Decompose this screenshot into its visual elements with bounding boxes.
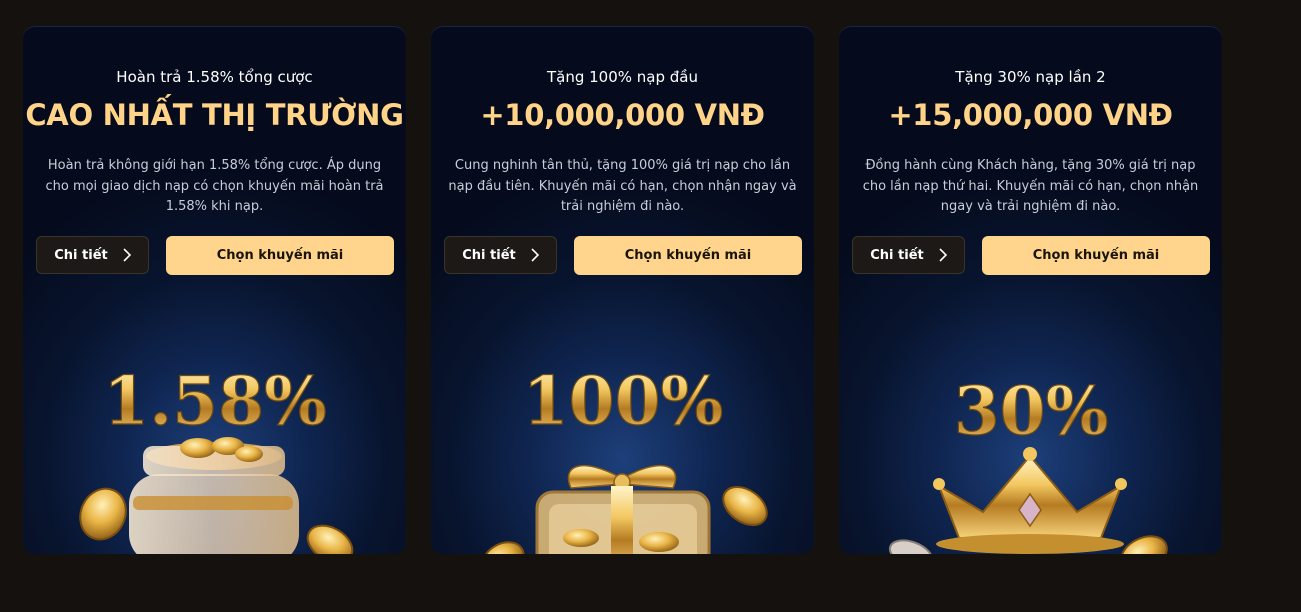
promo-card-first-deposit: Tặng 100% nạp đầu +10,000,000 VNĐ Cung n… xyxy=(431,26,814,554)
chevron-right-icon xyxy=(939,248,947,262)
card-description: Đồng hành cùng Khách hàng, tặng 30% giá … xyxy=(862,158,1199,214)
detail-button-label: Chi tiết xyxy=(462,247,516,263)
card-subtitle: Hoàn trả 1.58% tổng cược xyxy=(116,68,313,86)
crown-illustration: 30% xyxy=(888,371,1168,554)
art-percent-text: 100% xyxy=(523,362,723,440)
chevron-right-icon xyxy=(123,248,131,262)
select-promo-button[interactable]: Chọn khuyến mãi xyxy=(574,236,802,275)
gift-box-illustration: 100% xyxy=(481,361,768,554)
promo-card-cashback: Hoàn trả 1.58% tổng cược CAO NHẤT THỊ TR… xyxy=(23,26,406,554)
card-description: Hoàn trả không giới hạn 1.58% tổng cược.… xyxy=(45,158,384,214)
chevron-right-icon xyxy=(531,248,539,262)
card-headline: CAO NHẤT THỊ TRƯỜNG xyxy=(25,98,404,132)
card-headline: +10,000,000 VNĐ xyxy=(480,98,765,132)
detail-button-label: Chi tiết xyxy=(870,247,924,263)
detail-button[interactable]: Chi tiết xyxy=(36,236,149,274)
card-subtitle: Tặng 30% nạp lần 2 xyxy=(955,68,1106,86)
card-description: Cung nghinh tân thủ, tặng 100% giá trị n… xyxy=(448,158,797,214)
card-subtitle: Tặng 100% nạp đầu xyxy=(546,68,698,86)
select-promo-button[interactable]: Chọn khuyến mãi xyxy=(982,236,1210,275)
art-percent-text: 30% xyxy=(954,372,1109,450)
detail-button-label: Chi tiết xyxy=(54,247,108,263)
art-percent-text: 1.58% xyxy=(103,362,326,440)
card-headline: +15,000,000 VNĐ xyxy=(888,98,1173,132)
detail-button[interactable]: Chi tiết xyxy=(852,236,965,274)
coin-jar-illustration: 1.58% xyxy=(79,361,354,554)
detail-button[interactable]: Chi tiết xyxy=(444,236,557,274)
promo-card-second-deposit: Tặng 30% nạp lần 2 +15,000,000 VNĐ Đồng … xyxy=(839,26,1222,554)
select-promo-button[interactable]: Chọn khuyến mãi xyxy=(166,236,394,275)
